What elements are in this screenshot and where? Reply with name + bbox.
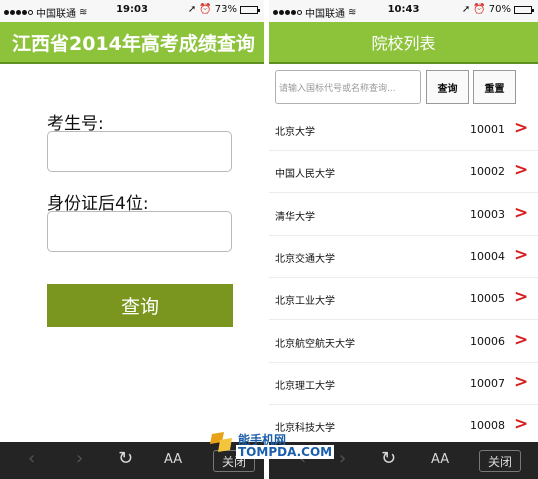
- reload-icon[interactable]: ↻: [118, 448, 133, 469]
- school-code: 10006: [470, 334, 505, 348]
- watermark-logo-icon: [210, 432, 232, 452]
- exam-number-input[interactable]: [47, 131, 232, 172]
- school-code: 10007: [470, 376, 505, 390]
- status-bar: 中国联通 ≋ 19:03 ➚ ⏰ 73%: [0, 0, 264, 22]
- school-name: 北京工业大学: [275, 296, 335, 308]
- status-bar: 中国联通 ≋ 10:43 ➚ ⏰ 70%: [269, 0, 538, 22]
- school-row[interactable]: 北京交通大学 10004 >: [269, 236, 538, 278]
- reload-icon[interactable]: ↻: [381, 448, 396, 469]
- id-last4-input[interactable]: [47, 211, 232, 252]
- school-name: 北京理工大学: [275, 380, 335, 392]
- alarm-icon: ⏰: [473, 4, 486, 15]
- location-icon: ➚: [461, 4, 471, 15]
- chevron-right-icon[interactable]: >: [514, 330, 528, 350]
- school-row[interactable]: 北京航空航天大学 10006 >: [269, 321, 538, 363]
- battery-percent: 73%: [214, 4, 237, 15]
- school-row[interactable]: 中国人民大学 10002 >: [269, 151, 538, 194]
- school-row[interactable]: 清华大学 10003 >: [269, 194, 538, 236]
- school-name: 中国人民大学: [275, 169, 335, 181]
- battery-icon: [514, 5, 534, 14]
- back-icon[interactable]: ‹: [28, 448, 35, 469]
- search-query-button[interactable]: 查询: [426, 70, 469, 104]
- school-row[interactable]: 北京理工大学 10007 >: [269, 363, 538, 405]
- watermark: 能手机网 TOMPDA.COM: [208, 430, 335, 466]
- school-name: 北京大学: [275, 127, 315, 138]
- school-row[interactable]: 北京工业大学 10005 >: [269, 278, 538, 321]
- search-reset-button[interactable]: 重置: [473, 70, 516, 104]
- chevron-right-icon[interactable]: >: [514, 203, 528, 223]
- school-code: 10001: [470, 123, 505, 136]
- chevron-right-icon[interactable]: >: [514, 287, 528, 307]
- battery-icon: [240, 5, 260, 14]
- school-name: 清华大学: [275, 211, 315, 223]
- school-row[interactable]: 北京大学 10001 >: [269, 109, 538, 151]
- chevron-right-icon[interactable]: >: [514, 245, 528, 265]
- school-name: 北京交通大学: [275, 253, 335, 265]
- battery-percent: 70%: [488, 4, 511, 15]
- page-title: 院校列表: [269, 22, 538, 62]
- chevron-right-icon[interactable]: >: [514, 414, 528, 434]
- right-phone-screen: 中国联通 ≋ 10:43 ➚ ⏰ 70% 院校列表 请输入国标代号或名称查询..…: [269, 0, 538, 479]
- location-icon: ➚: [187, 4, 197, 15]
- school-code: 10008: [470, 419, 505, 433]
- chevron-right-icon[interactable]: >: [514, 118, 528, 138]
- query-button[interactable]: 查询: [47, 284, 233, 327]
- watermark-text-en: TOMPDA.COM: [236, 445, 335, 459]
- header-divider: [269, 62, 538, 64]
- chevron-right-icon[interactable]: >: [514, 160, 528, 180]
- font-size-icon[interactable]: AA: [431, 452, 449, 467]
- alarm-icon: ⏰: [199, 4, 212, 15]
- chevron-right-icon[interactable]: >: [514, 372, 528, 392]
- left-phone-screen: 中国联通 ≋ 19:03 ➚ ⏰ 73% 江西省2014年高考成绩查询 考生号:…: [0, 0, 264, 479]
- school-name: 北京航空航天大学: [275, 338, 355, 350]
- page-title: 江西省2014年高考成绩查询: [0, 22, 264, 62]
- school-code: 10003: [470, 207, 505, 221]
- font-size-icon[interactable]: AA: [164, 452, 182, 467]
- school-search-input[interactable]: 请输入国标代号或名称查询...: [275, 70, 421, 104]
- school-code: 10004: [470, 249, 505, 263]
- forward-icon[interactable]: ›: [339, 448, 346, 469]
- header-divider: [0, 62, 264, 64]
- school-code: 10005: [470, 292, 505, 306]
- forward-icon[interactable]: ›: [76, 448, 83, 469]
- close-button[interactable]: 关闭: [479, 450, 521, 472]
- school-code: 10002: [470, 165, 505, 179]
